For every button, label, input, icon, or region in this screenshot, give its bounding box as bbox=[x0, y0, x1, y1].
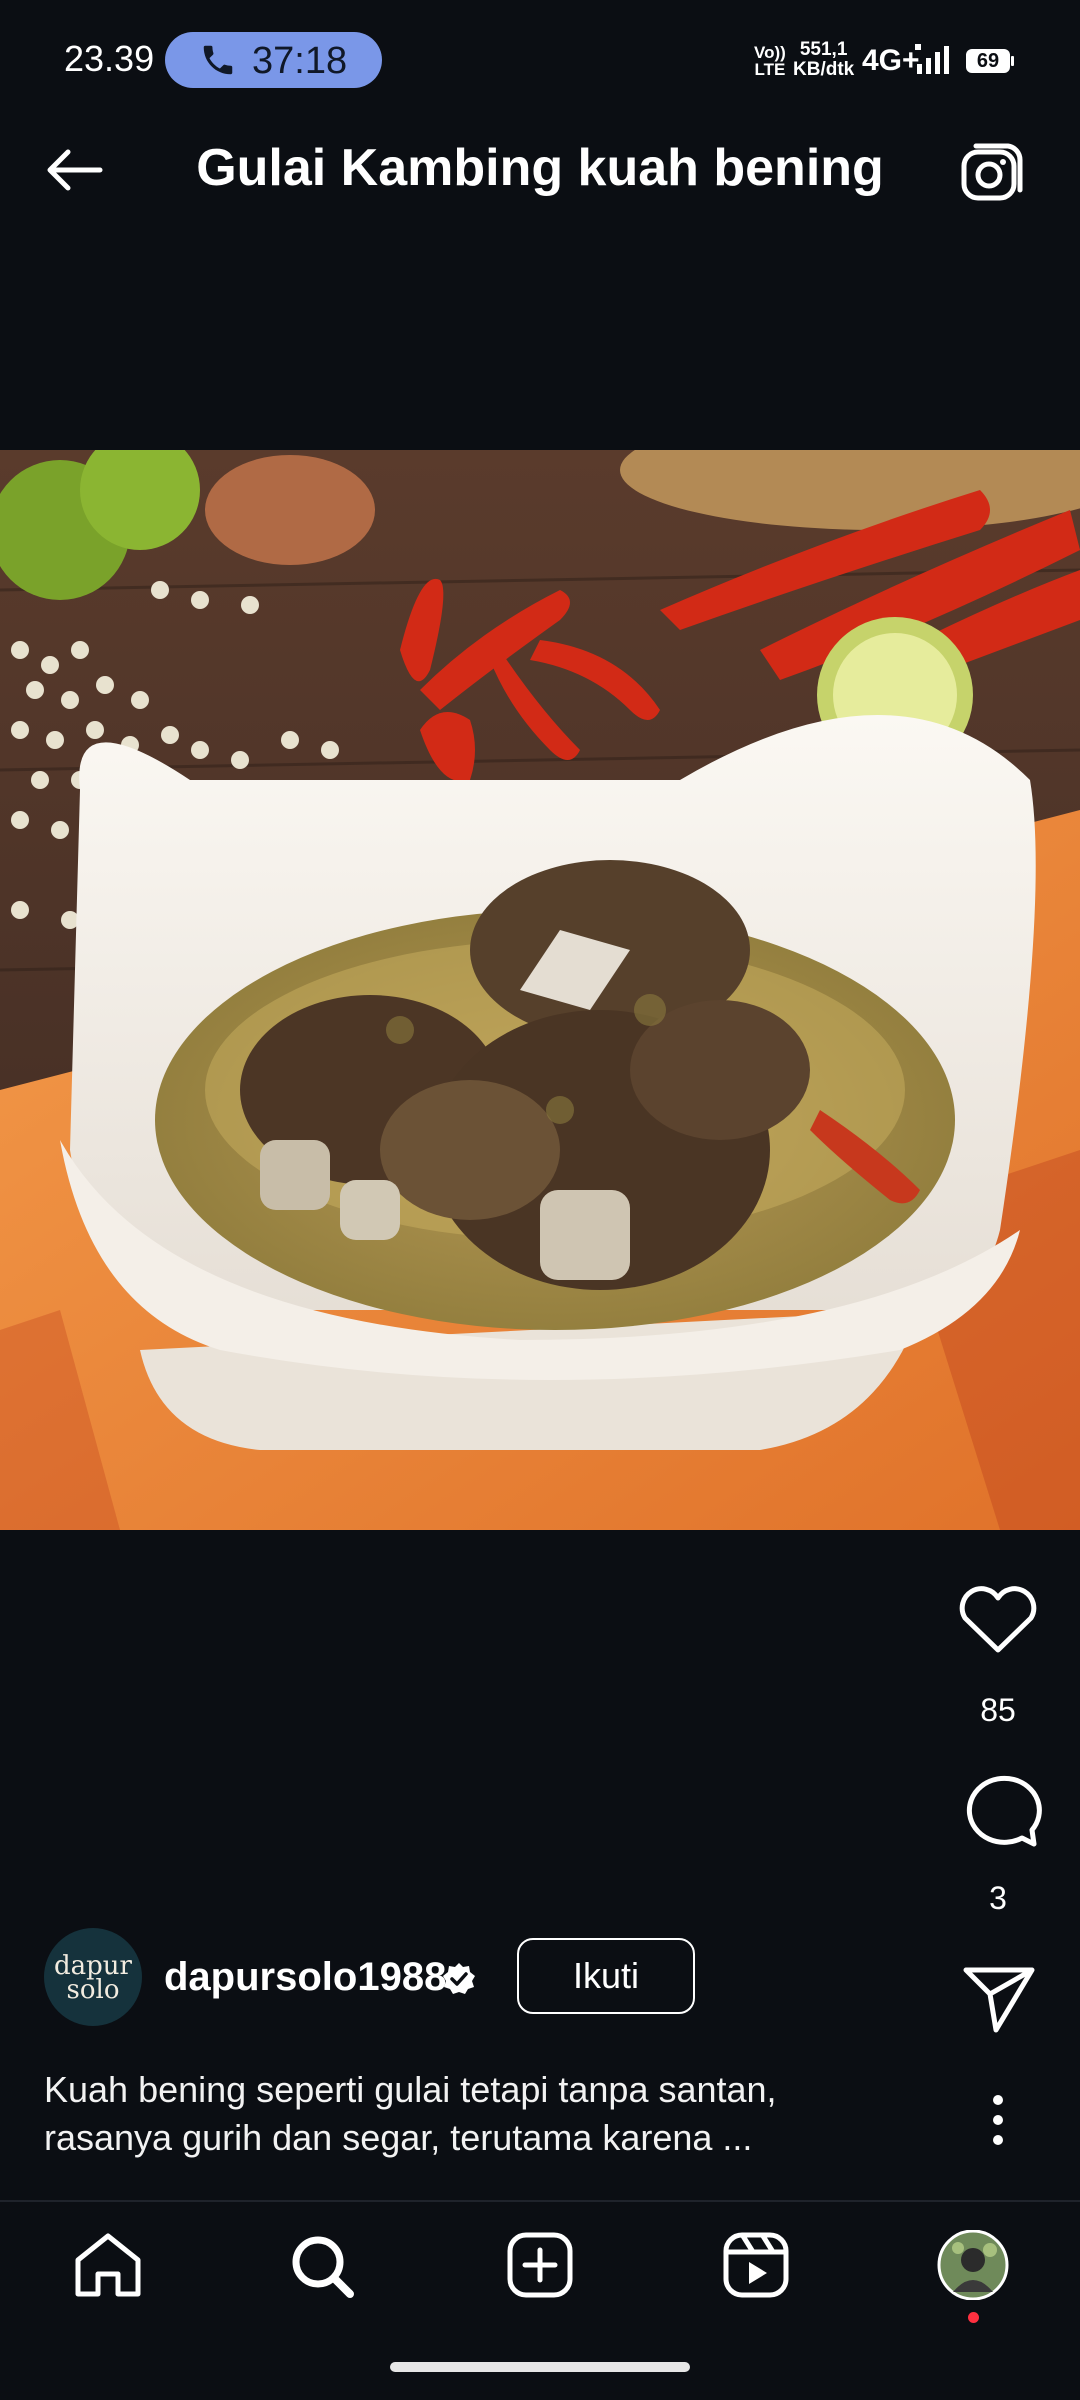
speed-value: 551,1 bbox=[799, 39, 848, 60]
notification-dot bbox=[968, 2312, 979, 2323]
battery-icon: 69 bbox=[965, 48, 1015, 74]
profile-avatar bbox=[937, 2229, 1009, 2301]
share-icon[interactable] bbox=[950, 1958, 1046, 2038]
caption-line2: rasanya gurih dan segar, terutama karena… bbox=[44, 2117, 753, 2158]
profile-tab[interactable] bbox=[928, 2229, 1018, 2301]
like-count[interactable]: 85 bbox=[950, 1692, 1046, 1729]
call-duration: 37:18 bbox=[252, 40, 348, 82]
post-image[interactable] bbox=[0, 450, 1080, 1530]
author-avatar[interactable]: dapur solo bbox=[44, 1928, 142, 2026]
comment-count[interactable]: 3 bbox=[950, 1880, 1046, 1917]
reels-icon[interactable] bbox=[711, 2230, 801, 2300]
network-speed: 551,1 KB/dtk bbox=[793, 40, 854, 80]
nav-divider bbox=[0, 2200, 1080, 2202]
create-icon[interactable] bbox=[495, 2230, 585, 2300]
page-title: Gulai Kambing kuah bening bbox=[196, 139, 884, 197]
comment-icon[interactable] bbox=[950, 1772, 1046, 1852]
camera-icon[interactable] bbox=[956, 140, 1026, 206]
signal-icon bbox=[915, 44, 949, 74]
volte-line2: LTE bbox=[754, 60, 786, 79]
post-caption[interactable]: Kuah bening seperti gulai tetapi tanpa s… bbox=[44, 2066, 884, 2162]
speed-unit: KB/dtk bbox=[793, 59, 855, 80]
author-username[interactable]: dapursolo1988 bbox=[164, 1955, 446, 2000]
heart-icon[interactable] bbox=[950, 1580, 1046, 1660]
volte-indicator: Vo)) LTE bbox=[754, 44, 786, 78]
volte-line1: Vo)) bbox=[754, 43, 786, 62]
home-indicator[interactable] bbox=[390, 2362, 690, 2372]
caption-line1: Kuah bening seperti gulai tetapi tanpa s… bbox=[44, 2069, 777, 2110]
follow-button[interactable]: Ikuti bbox=[517, 1938, 695, 2014]
home-icon[interactable] bbox=[63, 2230, 153, 2300]
avatar-line1: dapur bbox=[54, 1951, 132, 1981]
battery-level: 69 bbox=[976, 50, 1000, 72]
status-time: 23.39 bbox=[64, 38, 155, 79]
more-icon[interactable] bbox=[950, 2080, 1046, 2160]
avatar-line2: solo bbox=[66, 1975, 120, 2005]
phone-icon bbox=[203, 45, 233, 75]
back-arrow-icon[interactable] bbox=[38, 140, 118, 200]
verified-icon bbox=[443, 1963, 475, 1994]
network-type: 4G+ bbox=[862, 44, 920, 77]
search-icon[interactable] bbox=[278, 2230, 368, 2300]
